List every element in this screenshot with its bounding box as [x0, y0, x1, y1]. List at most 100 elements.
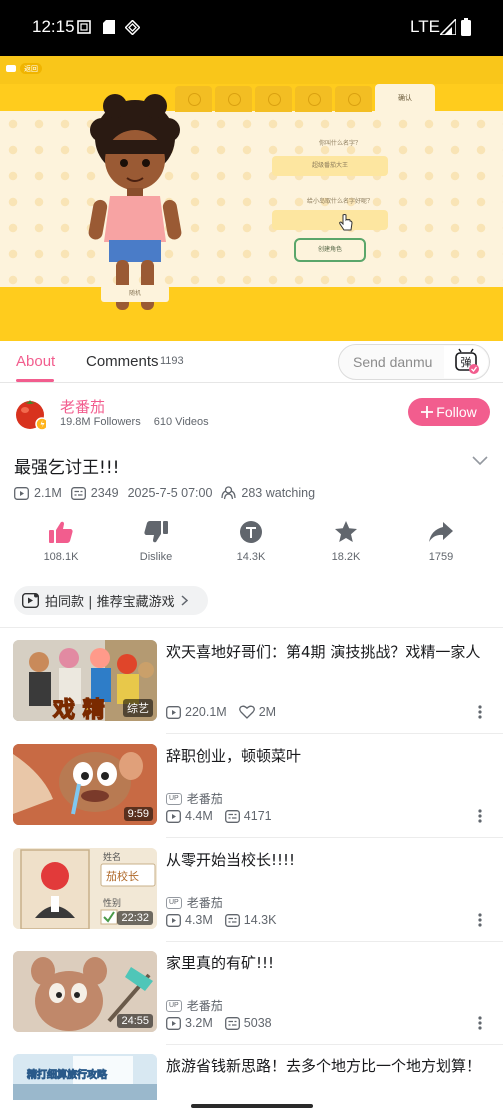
- tab-about[interactable]: About: [16, 353, 55, 370]
- list-item[interactable]: 精打细算旅行攻略 旅游省钱新思路！去多个地方比一个地方划算！: [0, 1054, 503, 1100]
- play-count-icon: [166, 1016, 181, 1030]
- list-item[interactable]: 戏 精 综艺 欢天喜地好哥们：第4期 演技挑战？戏精一家人 220.1M 2M: [0, 640, 503, 743]
- video-thumbnail: 9:59: [13, 744, 157, 825]
- danmu-icon: 弹: [455, 348, 479, 374]
- video-title: 旅游省钱新思路！去多个地方比一个地方划算！: [166, 1057, 482, 1075]
- video-uploader: UP 老番茄: [166, 894, 223, 911]
- danmu-toggle-button[interactable]: 弹: [444, 346, 488, 378]
- battery-icon: [461, 18, 471, 36]
- network-type: LTE: [410, 17, 440, 36]
- recommend-chip[interactable]: 拍同款 | 推荐宝藏游戏: [14, 586, 208, 615]
- detail-tabs: About Comments 1193 Send danmu 弹: [0, 341, 503, 383]
- list-item[interactable]: 9:59 辞职创业，顿顿菜叶 UP 老番茄 4.4M 4171: [0, 744, 503, 847]
- uploader-avatar[interactable]: [14, 397, 49, 431]
- thumbnail-art: 精打细算旅行攻略: [13, 1054, 157, 1100]
- follow-label: Follow: [436, 404, 477, 420]
- up-tag-icon: UP: [166, 792, 182, 805]
- danmaku-count-icon: [224, 913, 240, 927]
- favorite-button[interactable]: 18.2K: [306, 520, 386, 563]
- more-options-icon[interactable]: [476, 912, 484, 928]
- active-tab-indicator: [16, 379, 54, 382]
- video-player[interactable]: 返回 确认 你叫什么名字？ 超级番茄大王 给小岛取什么名字好呢？ 创建角色 随机: [0, 56, 503, 341]
- game-tab: [255, 86, 292, 112]
- share-icon: [429, 522, 453, 542]
- favorite-count: 18.2K: [331, 551, 361, 563]
- up-tag-icon: UP: [166, 896, 182, 909]
- clock: 12:15: [32, 17, 75, 36]
- up-tag-icon: UP: [166, 999, 182, 1012]
- like-count: 108.1K: [43, 551, 79, 563]
- video-stats: 220.1M 2M: [166, 705, 288, 719]
- video-title: 最强乞讨王!!!: [14, 458, 120, 478]
- danmaku-count-icon: [224, 1016, 240, 1030]
- danmu-input[interactable]: Send danmu 弹: [338, 344, 490, 380]
- danmaku-count: 2349: [90, 486, 119, 500]
- play-count-icon: [166, 913, 181, 927]
- video-count: 610 Videos: [153, 416, 209, 428]
- video-stats: 4.3M 14.3K: [166, 913, 288, 927]
- item-divider: [166, 837, 503, 838]
- share-count: 1759: [428, 551, 454, 563]
- follow-button[interactable]: Follow: [408, 398, 490, 426]
- vpn-icon: [125, 20, 140, 35]
- play-count-icon: [166, 705, 181, 719]
- create-character-button: 创建角色: [294, 238, 366, 262]
- video-game-icon: [22, 593, 39, 608]
- thumbnail-caption: 精打细算旅行攻略: [27, 1068, 108, 1081]
- play-count-icon: [166, 809, 181, 823]
- dislike-button[interactable]: Dislike: [116, 520, 196, 563]
- video-thumbnail: 姓名 茄校长 性别 22:32: [13, 848, 157, 929]
- more-options-icon[interactable]: [476, 808, 484, 824]
- coin-count: 14.3K: [236, 551, 266, 563]
- play-count: 2.1M: [34, 486, 62, 500]
- danmaku-count: 14.3K: [243, 913, 277, 927]
- game-tabs: [175, 86, 372, 112]
- duration-badge: 9:59: [123, 807, 153, 821]
- chevron-down-icon[interactable]: [472, 454, 488, 466]
- video-thumbnail: 戏 精 综艺: [13, 640, 157, 721]
- danmaku-count-icon: [70, 486, 86, 500]
- video-thumbnail: 24:55: [13, 951, 157, 1032]
- coin-icon: [240, 521, 262, 543]
- more-options-icon[interactable]: [476, 1015, 484, 1031]
- list-item[interactable]: 姓名 茄校长 性别 22:32 从零开始当校长!!!! UP 老番茄 4.3M 1…: [0, 848, 503, 951]
- video-title: 家里真的有矿!!!: [166, 954, 275, 972]
- status-bar: 12:15 LTE: [0, 0, 503, 56]
- thumbnail-caption: 戏 精: [52, 697, 105, 721]
- chevron-right-icon: [181, 595, 188, 606]
- like-button[interactable]: 108.1K: [21, 520, 101, 563]
- tab-comments[interactable]: Comments: [86, 353, 159, 370]
- chip-label: 拍同款 | 推荐宝藏游戏: [45, 595, 175, 610]
- video-uploader: UP 老番茄: [166, 790, 223, 807]
- game-tab: [335, 86, 372, 112]
- heart-icon: [238, 705, 255, 719]
- game-tab: [295, 86, 332, 112]
- coin-button[interactable]: 14.3K: [211, 520, 291, 563]
- list-item[interactable]: 24:55 家里真的有矿!!! UP 老番茄 3.2M 5038: [0, 951, 503, 1054]
- duration-badge: 22:32: [117, 911, 153, 925]
- danmaku-count-icon: [224, 809, 240, 823]
- video-thumbnail: 精打细算旅行攻略: [13, 1054, 157, 1100]
- name-field: 超级番茄大王: [272, 156, 388, 176]
- share-button[interactable]: 1759: [401, 520, 481, 563]
- home-indicator[interactable]: [191, 1104, 313, 1108]
- play-count-icon: [14, 486, 29, 500]
- play-count: 3.2M: [185, 1016, 213, 1030]
- more-options-icon[interactable]: [476, 704, 484, 720]
- publish-date: 2025-7-5 07:00: [127, 486, 213, 500]
- thumb-label-value: 茄校长: [106, 869, 139, 883]
- section-divider: [0, 627, 503, 628]
- danmaku-count: 5038: [243, 1016, 272, 1030]
- video-uploader: UP 老番茄: [166, 997, 223, 1014]
- action-bar: 108.1K Dislike 14.3K 18.2K 1759: [0, 520, 503, 568]
- uploader-stats: 19.8M Followers 610 Videos: [60, 416, 219, 428]
- thumb-label-name: 姓名: [103, 851, 121, 863]
- thumbs-down-icon: [144, 521, 168, 543]
- danmaku-count: 4171: [243, 809, 272, 823]
- game-top-strip: [0, 56, 503, 84]
- item-divider: [166, 1044, 503, 1045]
- item-divider: [166, 733, 503, 734]
- uploader-name[interactable]: 老番茄: [60, 396, 105, 417]
- game-back-label: 返回: [20, 63, 42, 74]
- tomato-avatar-icon: [16, 400, 49, 431]
